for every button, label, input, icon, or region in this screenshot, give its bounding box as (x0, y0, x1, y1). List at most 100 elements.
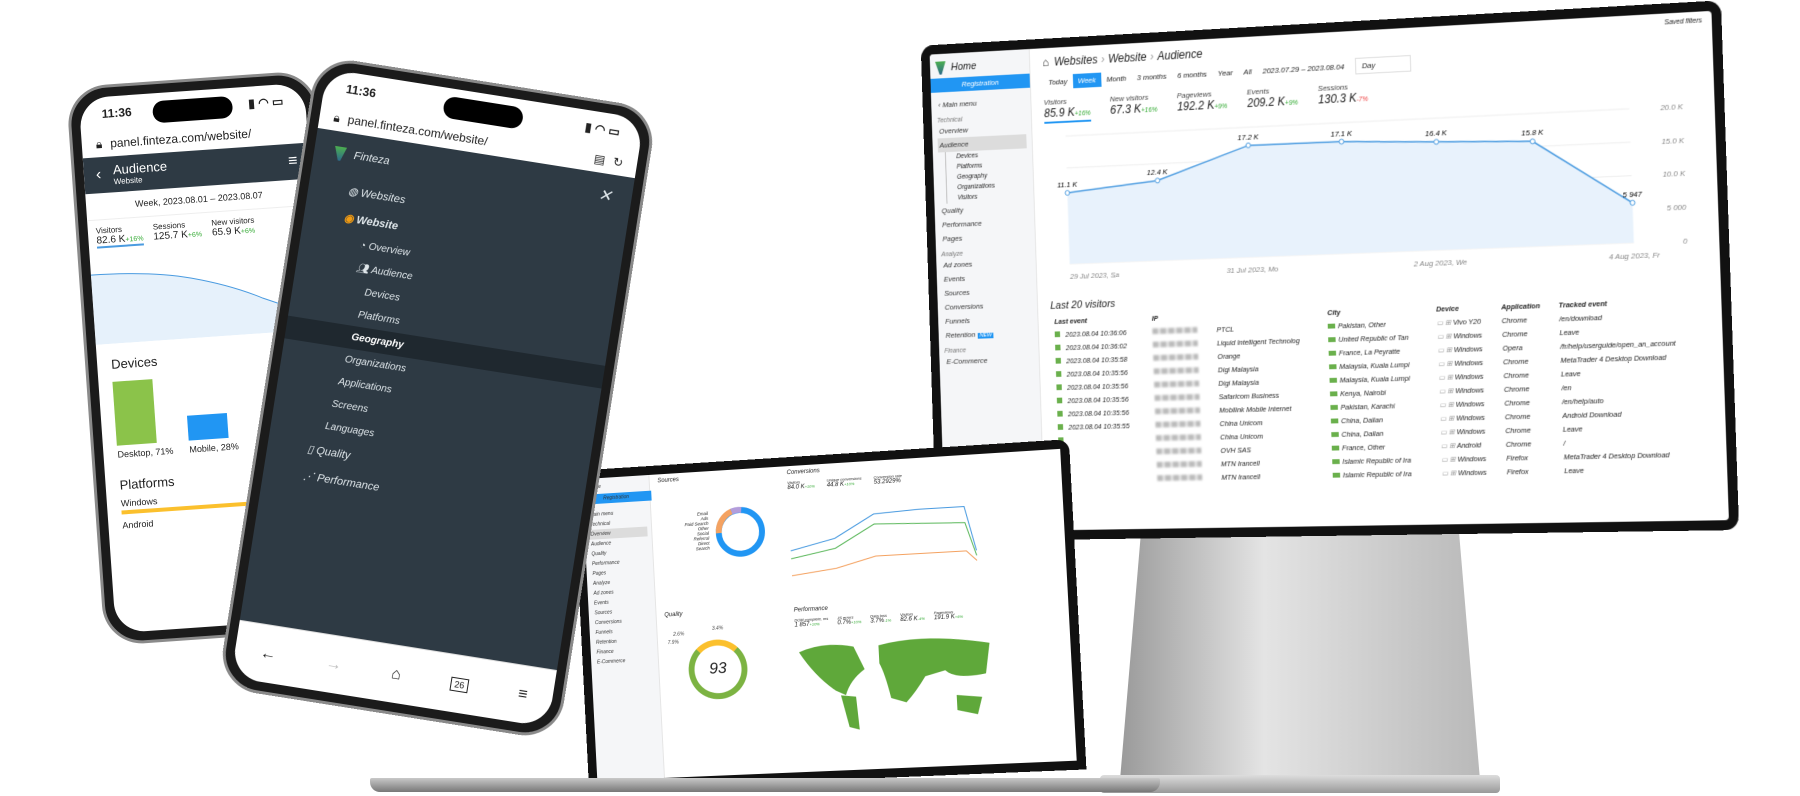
conversions-kpi[interactable]: Conversion rate 53.2929% (873, 473, 902, 486)
kpi-sessions[interactable]: Sessions 125.7 K+6% (152, 219, 202, 244)
city: United Republic of Tan (1338, 332, 1409, 344)
reload-icon[interactable]: ↻ (612, 155, 624, 170)
reader-icon[interactable]: ▤ (593, 152, 606, 168)
flag-icon (1330, 404, 1338, 410)
breadcrumb-item[interactable]: Audience (1157, 47, 1202, 63)
kpi-visitors[interactable]: Visitors 82.6 K+16% (95, 223, 145, 249)
city-cell: Islamic Republic of Ira (1329, 466, 1438, 482)
last-event: 2023.08.04 10:36:02 (1065, 341, 1127, 352)
data-point (1434, 139, 1439, 144)
menu-icon[interactable]: ≡ (517, 685, 529, 704)
back-icon[interactable]: ← (259, 644, 277, 664)
conversions-kpi[interactable]: Unique conversions 44.8 K+10% (826, 476, 862, 489)
data-point (1630, 200, 1635, 205)
kpi-value: 0.7% (837, 619, 852, 627)
data-label: 12.4 K (1147, 167, 1169, 177)
kpi-sessions[interactable]: Sessions 130.3 K-7% (1318, 82, 1369, 111)
x-tick-label: 2 Aug 2023, We (1413, 257, 1468, 268)
ip-cell (1152, 443, 1217, 458)
application-cell: Chrome (1504, 397, 1530, 408)
sidebar-item-pages[interactable]: Pages (941, 228, 1030, 246)
kpi-value-row: 82.6 K+16% (96, 232, 144, 247)
status-square-icon (1055, 357, 1061, 364)
kpi-value-row: 130.3 K-7% (1318, 90, 1368, 106)
device: Windows (1456, 412, 1486, 422)
kpi-delta: +16% (1074, 110, 1091, 118)
sidebar-item-e-commerce[interactable]: E-Commerce (945, 352, 1034, 369)
performance-kpi[interactable]: DOM complete, ms 1 857+10% (794, 616, 829, 629)
finteza-logo-icon (333, 146, 347, 162)
back-icon[interactable]: ‹ (95, 166, 102, 184)
main-content: Saved filters ⌂ Websites › Website › Audience… (1030, 11, 1729, 531)
sidebar-item-label: Retention (945, 330, 976, 340)
blurred-ip (1154, 406, 1200, 414)
period-tab-week[interactable]: Week (1072, 72, 1102, 89)
performance-kpi[interactable]: JS errors 0.7%+10% (837, 614, 862, 627)
tabs-button[interactable]: 26 (449, 676, 470, 693)
home-icon[interactable]: ⌂ (390, 665, 402, 684)
device: Windows (1456, 426, 1486, 436)
period-tab-month[interactable]: Month (1101, 71, 1132, 87)
kpi-visitors[interactable]: Visitors 85.9 K+16% (1043, 95, 1092, 124)
breadcrumb-item[interactable]: Websites (1054, 53, 1098, 69)
period-tab-6-months[interactable]: 6 months (1172, 67, 1213, 83)
city: France, Other (1341, 442, 1386, 452)
visitors-chart: 0 5 000 10.0 K 15.0 K 20.0 K 11.1 K 12.4 K 17.2… (1057, 102, 1688, 281)
kpi-value: 67.3 K (1109, 101, 1142, 117)
status-square-icon (1057, 410, 1063, 417)
kpi-value: 82.6 K (900, 616, 918, 624)
performance-kpi[interactable]: Data loss 3.7%-1% (870, 613, 891, 625)
signal-wifi-battery-icon: ▮ ◠ ▭ (247, 94, 284, 111)
kpi-delta: -1% (883, 617, 892, 623)
quality-label-3-4: 3.4% (711, 625, 724, 632)
application-cell: Chrome (1504, 411, 1531, 421)
date-range-picker[interactable]: 2023.07.29 – 2023.08.04 (1257, 59, 1350, 78)
status-square-icon (1056, 383, 1062, 390)
period-tab-all[interactable]: All (1238, 64, 1257, 79)
close-icon[interactable]: ✕ (597, 185, 613, 207)
period-tab-3-months[interactable]: 3 months (1131, 69, 1172, 85)
sidebar-item-label: Funnels (945, 316, 970, 326)
kpi-delta: +16% (1141, 106, 1158, 115)
kpi-new-visitors[interactable]: New visitors 65.9 K+6% (211, 216, 256, 241)
sidebar-item-label: Quality (941, 205, 964, 216)
flag-icon (1329, 377, 1338, 383)
x-tick-label: 4 Aug 2023, Fr (1609, 250, 1661, 261)
main-menu-link[interactable]: ‹ Main menu (936, 94, 1025, 113)
blurred-ip (1155, 433, 1201, 441)
kpi-delta: -7% (1356, 96, 1369, 104)
sidebar-item-retention[interactable]: Retention NEW (944, 326, 1033, 343)
kpi-events[interactable]: Events 209.2 K+9% (1247, 85, 1299, 114)
kpi-new-visitors[interactable]: New visitors 67.3 K+16% (1110, 92, 1158, 120)
city: China, Dalian (1340, 414, 1384, 425)
kpi-delta: +10% (843, 481, 855, 487)
conversions-kpi[interactable]: Visitors 84.0 K+10% (787, 478, 815, 491)
breadcrumb-item[interactable]: Website (1108, 50, 1147, 65)
kpi-delta: +10% (804, 483, 815, 490)
menu-website-label: Website (355, 214, 399, 233)
performance-kpi[interactable]: Pageviews 191.9 K+6% (934, 609, 964, 622)
performance-kpi[interactable]: Visitors 82.6 K-4% (900, 611, 925, 623)
kpi-value-row: 191.9 K+6% (934, 614, 963, 622)
forward-icon[interactable]: → (324, 654, 342, 674)
device: Windows (1453, 343, 1483, 354)
device-icon: ▭ ⊞ (1438, 385, 1456, 396)
home-icon[interactable]: ⌂ (1042, 56, 1049, 70)
home-link[interactable]: Home (935, 57, 1024, 75)
tracked-event-cell: Leave (1564, 465, 1585, 475)
registration-button[interactable]: Registration (930, 73, 1031, 93)
quality-score: 93 (708, 659, 728, 678)
period-tab-year[interactable]: Year (1212, 65, 1238, 81)
sidebar-item-label: Ad zones (943, 259, 973, 270)
y-tick-label: 5 000 (1667, 203, 1688, 213)
home-label: Home (950, 60, 977, 74)
kpi-pageviews[interactable]: Pageviews 192.2 K+9% (1177, 89, 1228, 117)
application-cell: Firefox (1506, 452, 1529, 463)
menu-icon[interactable]: ≡ (288, 152, 299, 171)
monitor-base (1100, 775, 1500, 793)
kpi-value: 191.9 K (933, 614, 956, 622)
period-tab-today[interactable]: Today (1043, 74, 1073, 90)
laptop-sidebar-item-e-commerce[interactable]: E-Commerce (595, 655, 654, 668)
granularity-select[interactable]: Day (1355, 54, 1412, 75)
kpi-value-row: 209.2 K+9% (1247, 94, 1298, 110)
